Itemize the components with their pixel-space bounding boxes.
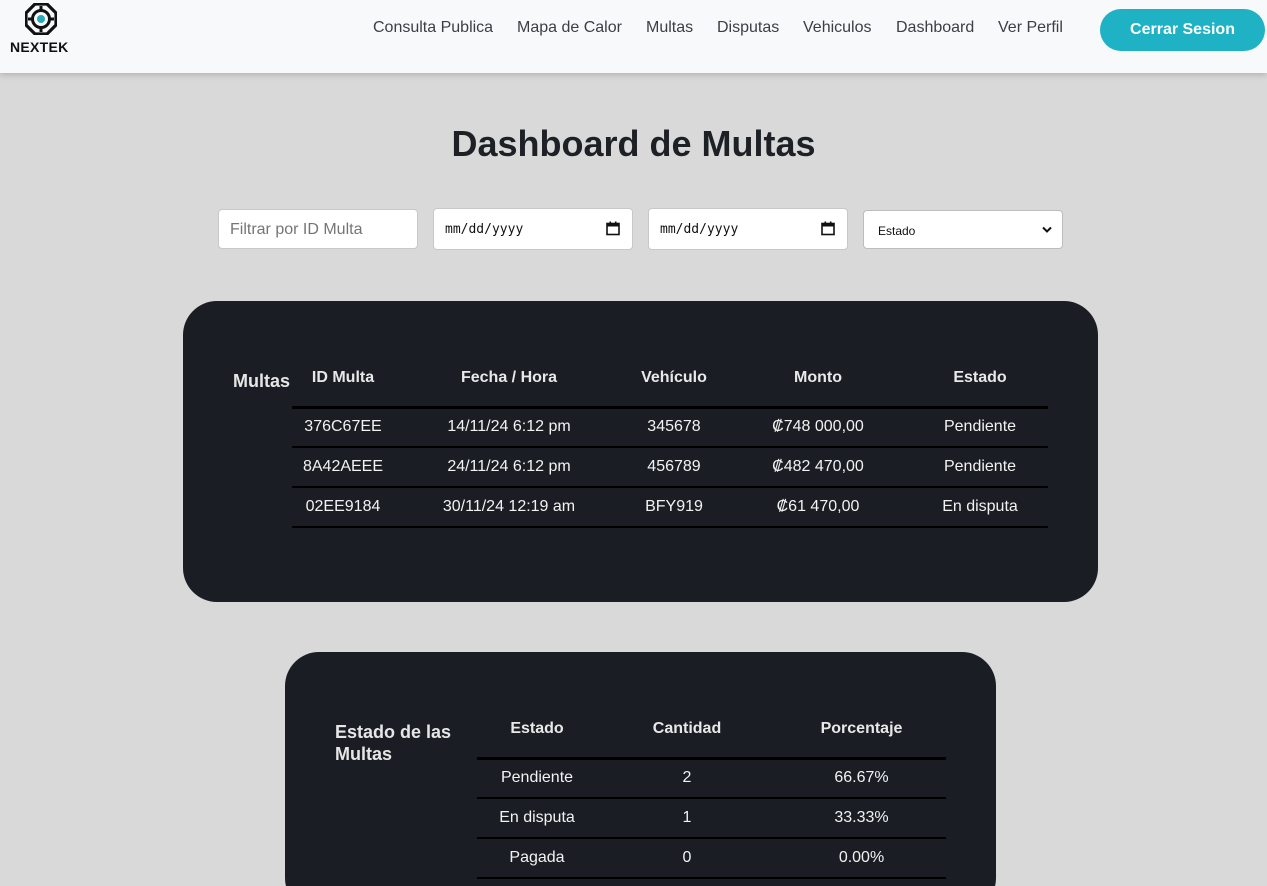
multa-id-cell: 8A42AEEE xyxy=(302,458,384,475)
fecha-cell: 14/11/24 6:12 pm xyxy=(447,418,571,436)
table-row[interactable]: 376C67EE 14/11/24 6:12 pm 345678 ₡748 00… xyxy=(292,407,1048,447)
nav-link-ver-perfil[interactable]: Ver Perfil xyxy=(998,19,1063,37)
date-from-value: mm/dd/yyyy xyxy=(445,222,524,237)
cantidad-cell: 2 xyxy=(682,769,692,787)
date-to-input[interactable]: mm/dd/yyyy xyxy=(648,208,848,250)
cantidad-cell: 0 xyxy=(682,849,692,866)
estado-cell: En disputa xyxy=(942,498,1018,515)
estado-card: Estado de las Multas Estado Cantidad Por… xyxy=(285,652,996,886)
multa-id-cell: 376C67EE xyxy=(304,418,382,436)
estado-cell: Pendiente xyxy=(943,418,1017,436)
monto-cell: ₡748 000,00 xyxy=(772,418,864,436)
navbar: NEXTEK Consulta Publica Mapa de Calor Mu… xyxy=(0,0,1267,73)
table-header-row: Estado Cantidad Porcentaje xyxy=(477,702,946,758)
id-filter-input[interactable]: Filtrar por ID Multa xyxy=(218,209,418,249)
estado-select[interactable]: Estado xyxy=(863,210,1063,249)
column-header: ID Multa xyxy=(311,369,375,387)
nav-link-mapa-de-calor[interactable]: Mapa de Calor xyxy=(517,19,622,37)
porcentaje-cell: 0.00% xyxy=(838,849,885,866)
estado-select-value: Estado xyxy=(878,224,916,238)
multas-card: Multas ID Multa Fecha / Hora Vehículo Mo… xyxy=(183,301,1098,602)
column-header: Porcentaje xyxy=(820,720,903,738)
estado-name-cell: En disputa xyxy=(499,809,575,826)
fecha-cell: 30/11/24 12:19 am xyxy=(442,498,576,515)
table-header-row: ID Multa Fecha / Hora Vehículo Monto Est… xyxy=(292,351,1048,407)
porcentaje-cell: 33.33% xyxy=(834,809,889,826)
brand-logo[interactable]: NEXTEK xyxy=(8,3,74,55)
vehiculo-cell: BFY919 xyxy=(645,498,703,515)
calendar-icon[interactable] xyxy=(821,221,835,236)
column-header: Monto xyxy=(794,369,842,387)
table-row[interactable]: Pendiente 2 66.67% xyxy=(477,758,946,798)
nav-link-dashboard[interactable]: Dashboard xyxy=(896,19,974,37)
porcentaje-cell: 66.67% xyxy=(834,769,889,787)
monto-cell: ₡61 470,00 xyxy=(776,498,860,515)
multas-table: ID Multa Fecha / Hora Vehículo Monto Est… xyxy=(292,351,1048,528)
chevron-down-icon xyxy=(1042,226,1052,233)
nav-link-multas[interactable]: Multas xyxy=(646,19,693,37)
table-row[interactable]: 02EE9184 30/11/24 12:19 am BFY919 ₡61 47… xyxy=(292,487,1048,527)
estado-cell: Pendiente xyxy=(943,458,1017,475)
fecha-cell: 24/11/24 6:12 pm xyxy=(447,458,571,475)
cantidad-cell: 1 xyxy=(682,809,692,826)
column-header: Estado xyxy=(953,369,1007,387)
nav-link-disputas[interactable]: Disputas xyxy=(717,19,779,37)
multa-id-cell: 02EE9184 xyxy=(305,498,381,515)
table-row[interactable]: En disputa 1 33.33% xyxy=(477,798,946,838)
table-row[interactable]: Pagada 0 0.00% xyxy=(477,838,946,878)
monto-cell: ₡482 470,00 xyxy=(772,458,864,475)
vehiculo-cell: 345678 xyxy=(647,418,701,436)
column-header: Vehículo xyxy=(641,369,707,387)
nextek-logo-icon xyxy=(25,3,57,35)
page-title: Dashboard de Multas xyxy=(451,123,816,164)
estado-name-cell: Pagada xyxy=(509,849,565,866)
brand-name: NEXTEK xyxy=(10,39,69,55)
id-filter-placeholder: Filtrar por ID Multa xyxy=(230,221,363,238)
date-to-value: mm/dd/yyyy xyxy=(660,222,739,237)
logout-button[interactable]: Cerrar Sesion xyxy=(1100,9,1265,51)
column-header: Estado xyxy=(510,720,564,738)
table-row[interactable]: 8A42AEEE 24/11/24 6:12 pm 456789 ₡482 47… xyxy=(292,447,1048,487)
column-header: Fecha / Hora xyxy=(460,369,558,387)
estado-caption: Estado de las Multas xyxy=(335,722,452,764)
date-from-input[interactable]: mm/dd/yyyy xyxy=(433,208,633,250)
estado-name-cell: Pendiente xyxy=(500,769,574,787)
calendar-icon[interactable] xyxy=(606,221,620,236)
estado-table: Estado Cantidad Porcentaje Pendiente 2 6… xyxy=(477,702,946,879)
nav-link-consulta-publica[interactable]: Consulta Publica xyxy=(373,19,493,37)
multas-caption: Multas xyxy=(233,371,291,391)
column-header: Cantidad xyxy=(652,720,722,738)
vehiculo-cell: 456789 xyxy=(647,458,701,475)
nav-link-vehiculos[interactable]: Vehiculos xyxy=(803,19,872,37)
